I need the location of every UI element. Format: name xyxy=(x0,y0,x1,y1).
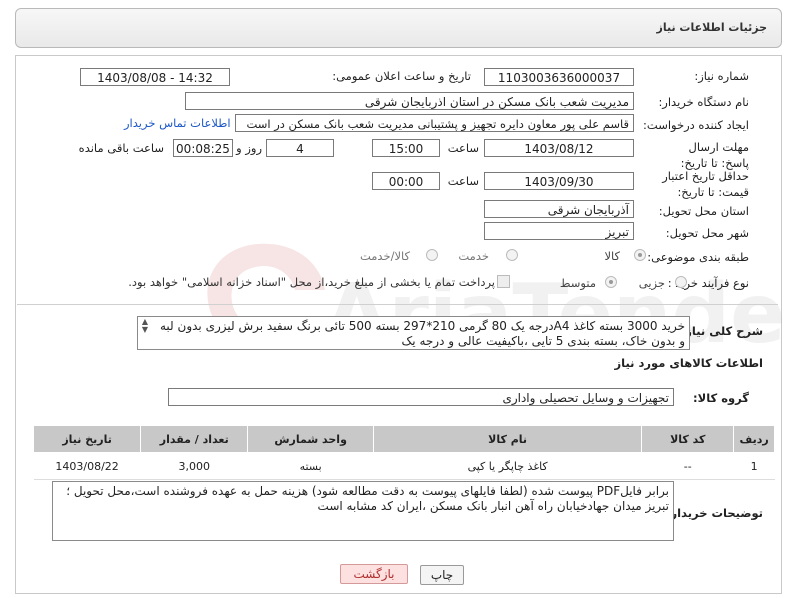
col-row-header: ردیف xyxy=(733,425,775,453)
validity-time-field[interactable]: 00:00 xyxy=(372,172,440,190)
buyer-notes-label: توضیحات خریدار: xyxy=(665,506,763,520)
city-label: شهر محل تحویل: xyxy=(665,226,749,240)
goods-group-field[interactable]: تجهیزات و وسایل تحصیلی واداری xyxy=(168,388,674,406)
buyer-notes-textarea[interactable]: برابر فایلPDF پیوست شده (لطفا فایلهای پی… xyxy=(52,481,674,541)
category-label: طبقه بندی موضوعی: xyxy=(647,250,749,264)
buyer-org-field[interactable]: مدیریت شعب بانک مسکن در استان اذربایجان … xyxy=(185,92,634,110)
need-number-label: شماره نیاز: xyxy=(694,69,749,83)
announce-label: تاریخ و ساعت اعلان عمومی: xyxy=(332,69,471,83)
deadline-time-field[interactable]: 15:00 xyxy=(372,139,440,157)
city-field[interactable]: تبریز xyxy=(484,222,634,240)
col-qty-header: تعداد / مقدار xyxy=(140,425,249,453)
col-unit-header: واحد شمارش xyxy=(247,425,374,453)
days-remaining-field[interactable]: 4 xyxy=(266,139,334,157)
deadline-time-label: ساعت xyxy=(447,141,479,155)
announce-field[interactable]: 1403/08/08 - 14:32 xyxy=(80,68,230,86)
cell-row: 1 xyxy=(733,452,775,480)
deadline-label: مهلت ارسال پاسخ: تا تاریخ: xyxy=(680,140,749,170)
print-button[interactable]: چاپ xyxy=(420,565,464,585)
cell-name: کاغذ چاپگر یا کپی xyxy=(373,452,642,480)
buyer-contact-link[interactable]: اطلاعات تماس خریدار xyxy=(124,116,231,130)
creator-field[interactable]: قاسم علی پور معاون دایره تجهیز و پشتیبان… xyxy=(235,114,634,132)
description-textarea[interactable]: خرید 3000 بسته کاغذ A4درجه یک 80 گرمی 21… xyxy=(137,316,690,350)
category-goods-radio[interactable] xyxy=(634,249,646,261)
col-name-header: نام کالا xyxy=(372,425,643,453)
deadline-date-field[interactable]: 1403/08/12 xyxy=(484,139,634,157)
purchase-partial-radio[interactable] xyxy=(675,276,687,288)
time-remaining-field[interactable]: 00:08:25 xyxy=(173,139,233,157)
validity-label: حداقل تاریخ اعتبار قیمت: تا تاریخ: xyxy=(662,169,749,199)
description-scrollbar[interactable]: ▲ ▼ xyxy=(139,318,151,334)
divider xyxy=(17,304,778,305)
col-date-header: تاریخ نیاز xyxy=(32,425,142,453)
table-header-row: ردیف کد کالا نام کالا واحد شمارش تعداد /… xyxy=(32,425,775,453)
province-label: استان محل تحویل: xyxy=(658,204,749,218)
buyer-org-label: نام دستگاه خریدار: xyxy=(658,95,749,109)
cell-qty: 3,000 xyxy=(140,452,248,480)
cell-code: -- xyxy=(641,452,734,480)
goods-info-title: اطلاعات کالاهای مورد نیاز xyxy=(614,356,763,370)
description-label: شرح کلی نیاز: xyxy=(680,324,763,338)
goods-table: ردیف کد کالا نام کالا واحد شمارش تعداد /… xyxy=(32,425,775,480)
table-row[interactable]: 1 -- کاغذ چاپگر یا کپی بسته 3,000 1403/0… xyxy=(33,452,775,480)
validity-date-field[interactable]: 1403/09/30 xyxy=(484,172,634,190)
treasury-note: پرداخت تمام یا بخشی از مبلغ خرید،از محل … xyxy=(128,275,495,289)
creator-label: ایجاد کننده درخواست: xyxy=(643,118,749,132)
cell-unit: بسته xyxy=(247,452,374,480)
page-title: جزئیات اطلاعات نیاز xyxy=(656,21,768,34)
category-goods-label: کالا xyxy=(604,249,620,263)
purchase-partial-label: جزیی xyxy=(638,276,665,290)
back-button[interactable]: بازگشت xyxy=(340,564,408,584)
treasury-checkbox[interactable] xyxy=(497,275,510,288)
remaining-label: ساعت باقی مانده xyxy=(78,141,164,155)
purchase-medium-label: متوسط xyxy=(559,276,596,290)
category-service-radio[interactable] xyxy=(506,249,518,261)
category-service-label: خدمت xyxy=(458,249,489,263)
goods-group-label: گروه کالا: xyxy=(693,391,749,405)
days-label: روز و xyxy=(236,141,262,155)
need-number-field[interactable]: 1103003636000037 xyxy=(484,68,634,86)
cell-date: 1403/08/22 xyxy=(33,452,141,480)
purchase-medium-radio[interactable] xyxy=(605,276,617,288)
category-goods-service-radio[interactable] xyxy=(426,249,438,261)
col-code-header: کد کالا xyxy=(641,425,735,453)
category-goods-service-label: کالا/خدمت xyxy=(359,249,410,263)
province-field[interactable]: آذربایجان شرقی xyxy=(484,200,634,218)
validity-time-label: ساعت xyxy=(447,174,479,188)
